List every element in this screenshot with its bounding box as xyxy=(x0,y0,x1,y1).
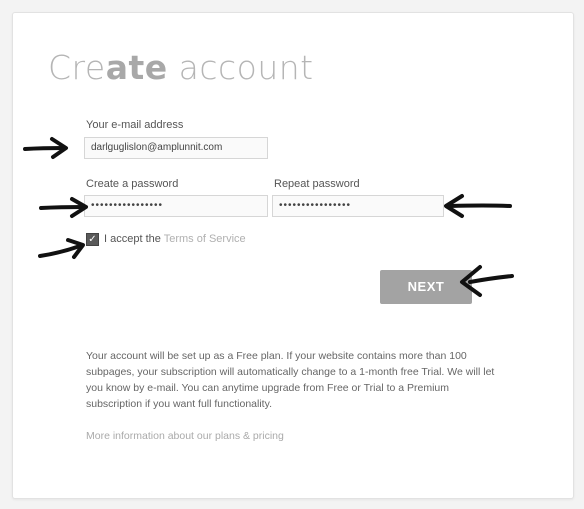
page-title: Create account xyxy=(48,48,314,87)
email-label: Your e-mail address xyxy=(86,119,184,131)
password-field[interactable]: •••••••••••••••• xyxy=(84,195,268,217)
plan-info-text: Your account will be set up as a Free pl… xyxy=(86,350,495,410)
repeat-password-label: Repeat password xyxy=(274,178,360,190)
arrow-icon xyxy=(23,137,68,159)
email-field[interactable]: darlguglislon@amplunnit.com xyxy=(84,137,268,159)
arrow-icon xyxy=(39,197,88,218)
terms-of-service-link[interactable]: Terms of Service xyxy=(164,233,246,245)
arrow-icon xyxy=(460,265,514,297)
repeat-password-field[interactable]: •••••••••••••••• xyxy=(272,195,444,217)
plans-pricing-link[interactable]: More information about our plans & prici… xyxy=(86,430,284,442)
arrow-icon xyxy=(444,194,512,218)
password-label: Create a password xyxy=(86,178,179,190)
terms-label: I accept the Terms of Service xyxy=(104,233,246,245)
arrow-icon xyxy=(38,238,85,259)
